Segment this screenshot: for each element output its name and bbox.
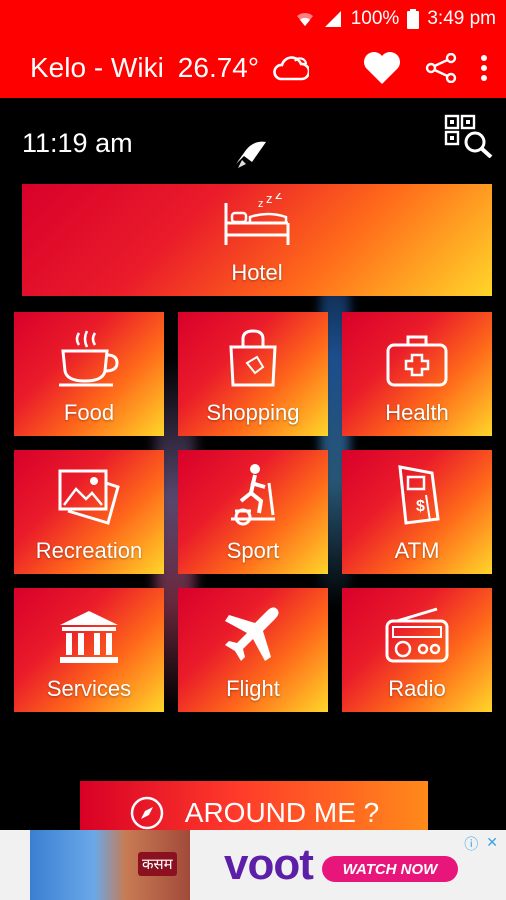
status-bar: 100% 3:49 pm bbox=[0, 0, 506, 38]
clock: 11:19 am bbox=[22, 128, 133, 158]
tile-hotel[interactable]: zzz Hotel bbox=[22, 184, 492, 296]
tile-shopping[interactable]: Shopping bbox=[178, 312, 328, 436]
ad-cta-button[interactable]: WATCH NOW bbox=[322, 856, 458, 882]
heart-icon[interactable] bbox=[362, 51, 402, 85]
tile-atm-label: ATM bbox=[394, 538, 440, 563]
bank-building-icon bbox=[56, 609, 122, 670]
tile-food[interactable]: Food bbox=[14, 312, 164, 436]
exercise-bike-icon bbox=[225, 463, 281, 532]
qr-scan-icon[interactable] bbox=[444, 114, 494, 163]
tile-radio-label: Radio bbox=[388, 676, 446, 701]
share-icon[interactable] bbox=[424, 53, 458, 83]
tile-recreation[interactable]: Recreation bbox=[14, 450, 164, 574]
tile-shopping-label: Shopping bbox=[206, 400, 300, 425]
rocket-icon[interactable] bbox=[232, 138, 268, 175]
svg-text:z: z bbox=[258, 198, 264, 210]
shopping-bag-icon bbox=[225, 327, 281, 394]
atm-machine-icon: $ bbox=[392, 463, 442, 532]
tile-sport-label: Sport bbox=[226, 538, 280, 563]
tile-services[interactable]: Services bbox=[14, 588, 164, 712]
coffee-cup-icon bbox=[57, 327, 121, 394]
status-time: 3:49 pm bbox=[427, 8, 496, 29]
app-title: Kelo - Wiki bbox=[30, 52, 164, 83]
battery-percent: 100% bbox=[350, 8, 400, 29]
main-content: 11:19 am zzz Hotel Food Shopping Health bbox=[0, 98, 506, 830]
airplane-icon bbox=[223, 605, 283, 670]
around-me-button[interactable]: AROUND ME ? bbox=[80, 781, 428, 830]
svg-text:z: z bbox=[275, 193, 283, 203]
ad-choices[interactable]: ⓘ ✕ bbox=[464, 834, 498, 854]
info-icon[interactable]: ⓘ bbox=[464, 834, 478, 854]
tile-sport[interactable]: Sport bbox=[178, 450, 328, 574]
tile-food-label: Food bbox=[63, 400, 115, 425]
svg-text:$: $ bbox=[416, 498, 425, 515]
ad-banner[interactable]: कसम voot WATCH NOW ⓘ ✕ bbox=[0, 830, 506, 900]
battery-icon bbox=[407, 9, 420, 29]
tile-recreation-label: Recreation bbox=[35, 538, 143, 563]
tile-services-label: Services bbox=[46, 676, 132, 701]
tile-atm[interactable]: $ ATM bbox=[342, 450, 492, 574]
around-me-label: AROUND ME ? bbox=[184, 797, 380, 828]
close-icon[interactable]: ✕ bbox=[486, 834, 498, 854]
temperature: 26.74° bbox=[177, 52, 260, 83]
svg-text:z: z bbox=[266, 193, 273, 206]
ad-brand: voot bbox=[224, 840, 314, 889]
app-bar: Kelo - Wiki 26.74° bbox=[0, 38, 506, 98]
tile-health-label: Health bbox=[385, 400, 449, 425]
tile-radio[interactable]: Radio bbox=[342, 588, 492, 712]
pictures-icon bbox=[56, 467, 122, 532]
tile-health[interactable]: Health bbox=[342, 312, 492, 436]
radio-icon bbox=[383, 607, 451, 670]
overflow-menu-icon[interactable] bbox=[480, 55, 488, 81]
compass-icon bbox=[129, 795, 165, 830]
bed-icon: zzz bbox=[222, 186, 292, 254]
wifi-icon bbox=[295, 10, 315, 28]
ad-show-logo: कसम bbox=[138, 852, 177, 876]
weather-cloud-icon bbox=[273, 55, 310, 81]
tile-flight-label: Flight bbox=[226, 676, 280, 701]
tile-flight[interactable]: Flight bbox=[178, 588, 328, 712]
first-aid-kit-icon bbox=[384, 331, 450, 394]
tile-hotel-label: Hotel bbox=[231, 260, 283, 285]
signal-icon bbox=[323, 10, 343, 28]
